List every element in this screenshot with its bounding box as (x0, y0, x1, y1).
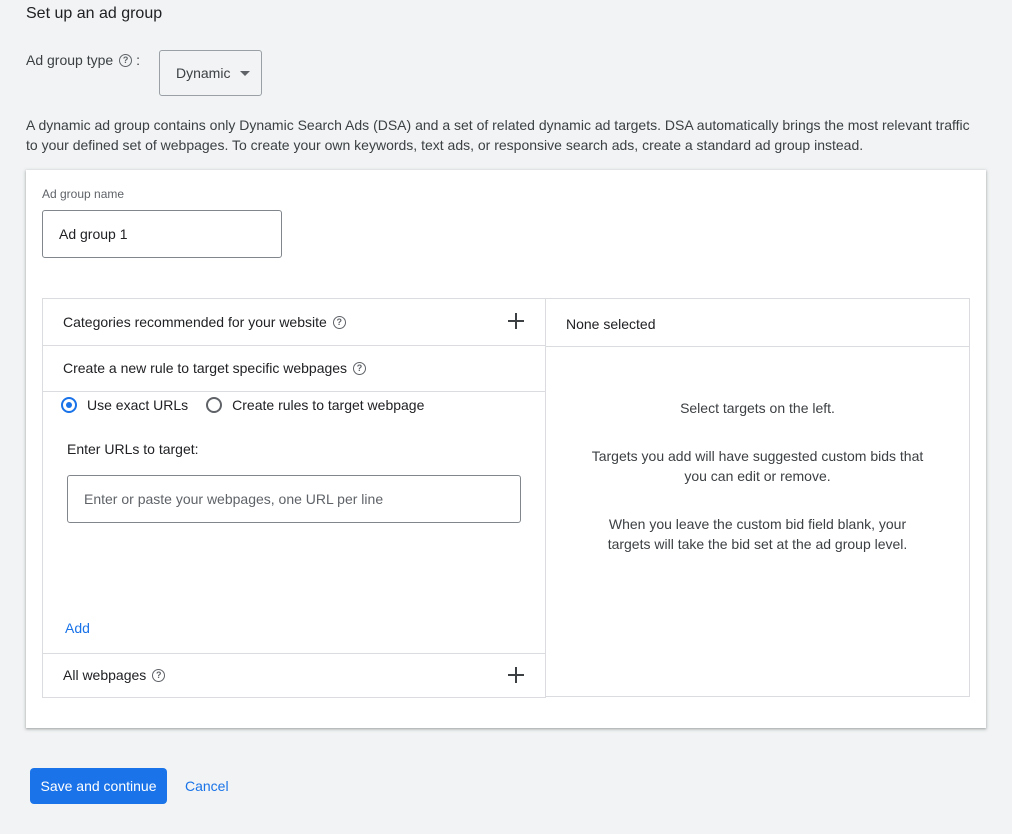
help-icon[interactable]: ? (152, 668, 166, 682)
ad-group-card: Ad group name Categories recommended for… (26, 170, 986, 728)
dsa-description: A dynamic ad group contains only Dynamic… (26, 117, 970, 153)
ad-group-type-colon: : (136, 52, 141, 68)
help-icon[interactable]: ? (332, 315, 346, 329)
caret-down-icon (240, 70, 251, 76)
save-and-continue-button[interactable]: Save and continue (30, 768, 167, 804)
page-title: Set up an ad group (26, 5, 163, 22)
none-selected-text: None selected (566, 316, 656, 332)
plus-icon[interactable] (508, 313, 524, 329)
cancel-button[interactable]: Cancel (185, 778, 229, 794)
ad-group-type-dropdown[interactable]: Dynamic (159, 50, 262, 96)
categories-label: Categories recommended for your website (63, 314, 327, 330)
ad-group-type-text: Ad group type (26, 52, 114, 68)
new-rule-label: Create a new rule to target specific web… (63, 360, 348, 376)
select-targets-hint: Select targets on the left. (680, 400, 835, 416)
categories-row[interactable]: Categories recommended for your website … (43, 299, 546, 345)
radio-create-rules-label[interactable]: Create rules to target webpage (232, 397, 424, 413)
all-webpages-label: All webpages (63, 667, 147, 683)
divider (546, 346, 969, 347)
ad-group-name-input[interactable] (42, 210, 282, 258)
add-link[interactable]: Add (65, 620, 90, 636)
ad-group-name-label: Ad group name (42, 187, 125, 201)
radio-create-rules[interactable] (206, 397, 223, 413)
divider (43, 391, 546, 392)
help-icon[interactable]: ? (119, 53, 133, 67)
selected-targets-panel: None selected Select targets on the left… (545, 298, 970, 697)
suggested-bids-hint: Targets you add will have suggested cust… (591, 448, 924, 484)
ad-group-type-value: Dynamic (176, 65, 231, 81)
targets-panel: Categories recommended for your website … (42, 298, 546, 698)
target-method-radios: Use exact URLs Create rules to target we… (61, 397, 424, 413)
radio-exact-urls-label[interactable]: Use exact URLs (87, 397, 188, 413)
help-icon[interactable]: ? (353, 361, 367, 375)
divider (43, 697, 546, 698)
all-webpages-row[interactable]: All webpages ? (43, 653, 546, 697)
plus-icon[interactable] (508, 667, 524, 683)
custom-bid-hint: When you leave the custom bid field blan… (607, 516, 908, 552)
ad-group-type-label: Ad group type ? : (26, 52, 140, 68)
enter-urls-label: Enter URLs to target: (67, 441, 199, 457)
new-rule-row: Create a new rule to target specific web… (43, 345, 546, 391)
url-input[interactable] (67, 475, 521, 523)
radio-exact-urls[interactable] (61, 397, 77, 413)
